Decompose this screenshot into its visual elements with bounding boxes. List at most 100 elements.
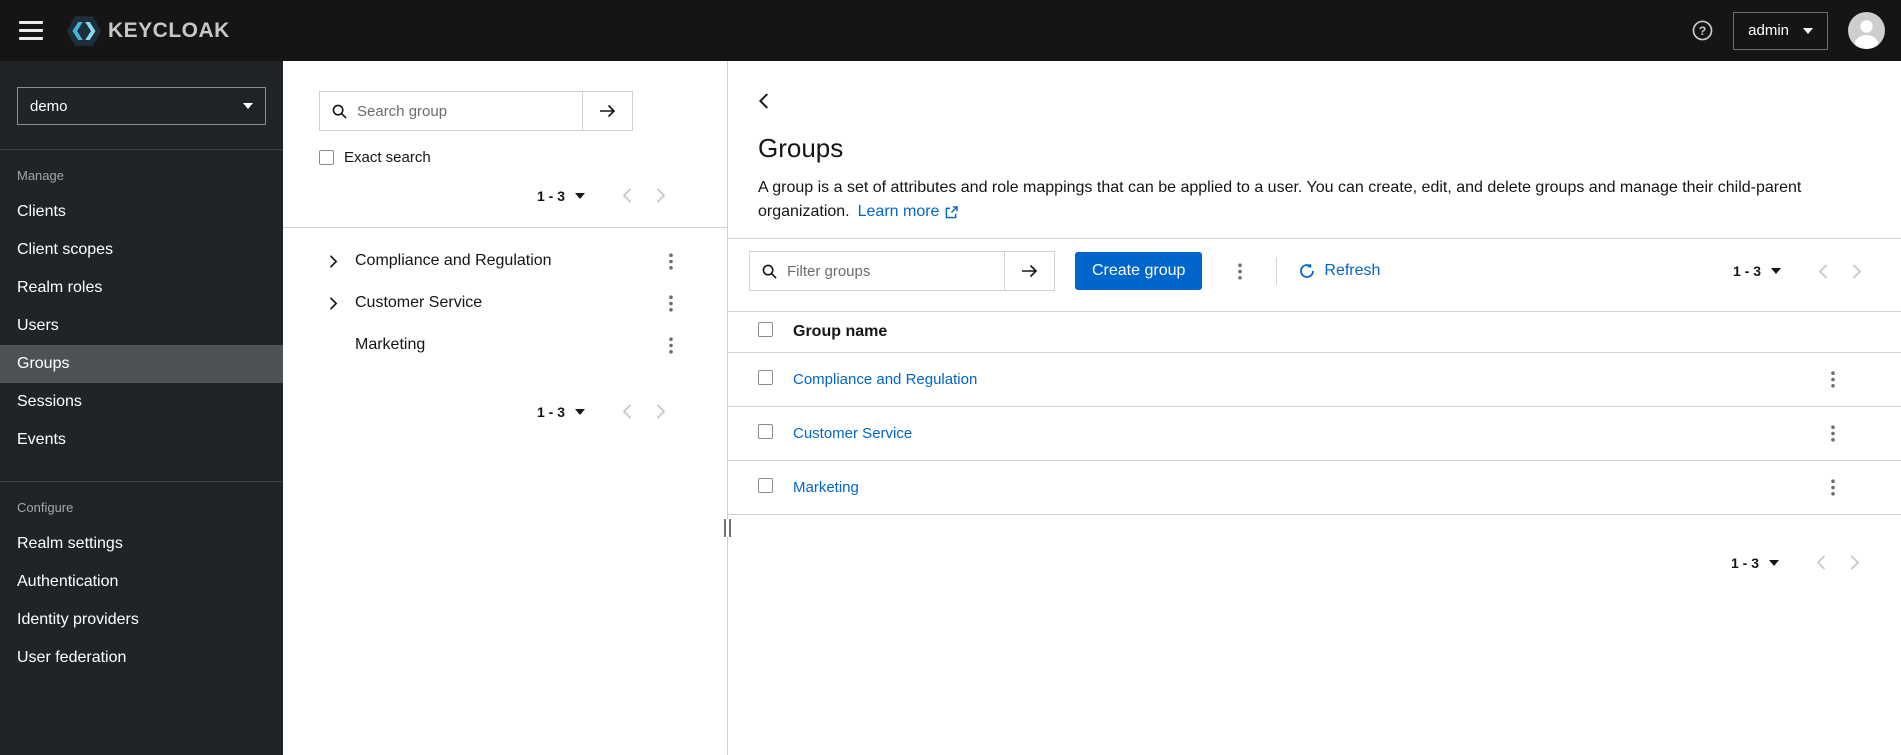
nav-toggle-button[interactable] [0, 0, 62, 61]
create-group-button[interactable]: Create group [1075, 252, 1203, 290]
page-header: Groups A group is a set of attributes an… [728, 61, 1901, 238]
refresh-button[interactable]: Refresh [1299, 262, 1380, 280]
masthead: KEYCLOAK ? admin [0, 0, 1901, 61]
groups-tree: Compliance and Regulation Customer Servi… [283, 240, 727, 366]
expand-toggle-button[interactable] [319, 246, 349, 276]
groups-main: Groups A group is a set of attributes an… [728, 61, 1901, 755]
group-search [319, 91, 633, 131]
tree-item: Customer Service [283, 282, 727, 324]
group-link[interactable]: Customer Service [793, 425, 912, 442]
row-checkbox[interactable] [758, 423, 773, 439]
group-link[interactable]: Compliance and Regulation [793, 371, 977, 388]
brand-logo[interactable]: KEYCLOAK [66, 13, 230, 49]
pagination-next-button[interactable] [1840, 258, 1875, 285]
pagination-menu-toggle[interactable]: 1 - 3 [1727, 259, 1787, 283]
kebab-icon [1238, 262, 1243, 280]
group-link[interactable]: Marketing [793, 479, 859, 496]
filter-groups-input[interactable] [785, 251, 1004, 291]
row-checkbox[interactable] [758, 369, 773, 385]
external-link-icon [946, 205, 959, 218]
column-header-group-name: Group name [793, 312, 1821, 353]
divider [1276, 257, 1278, 285]
sidebar-item-user-federation[interactable]: User federation [0, 639, 283, 677]
user-menu-button[interactable]: admin [1733, 11, 1828, 50]
caret-down-icon [575, 408, 585, 415]
search-icon [320, 104, 355, 119]
search-icon [750, 264, 785, 279]
table-row: Marketing [728, 460, 1901, 515]
tree-item-kebab-button[interactable] [659, 247, 683, 276]
masthead-actions: ? admin [1692, 11, 1885, 50]
tree-item-label[interactable]: Marketing [355, 336, 425, 354]
row-kebab-button[interactable] [1821, 365, 1845, 394]
refresh-icon [1300, 263, 1315, 278]
angle-left-icon [1816, 555, 1825, 570]
groups-table: Group name Compliance and Regulation Cus… [728, 312, 1901, 515]
angle-left-icon [622, 188, 631, 203]
exact-search-option: Exact search [319, 149, 679, 166]
panel-resize-handle[interactable] [722, 519, 732, 537]
page-title: Groups [758, 133, 844, 163]
pagination-range: 1 - 3 [536, 403, 565, 420]
caret-down-icon [1771, 268, 1781, 274]
keycloak-admin-console: KEYCLOAK ? admin demo Manage Clients Cli… [0, 0, 1901, 755]
pagination-next-button[interactable] [1838, 549, 1873, 576]
angle-right-icon [1853, 264, 1862, 278]
pagination-next-button[interactable] [644, 182, 679, 209]
sidebar-item-identity-providers[interactable]: Identity providers [0, 601, 283, 639]
sidebar-item-realm-settings[interactable]: Realm settings [0, 525, 283, 563]
help-button[interactable]: ? [1692, 20, 1713, 41]
sidebar-item-users[interactable]: Users [0, 307, 283, 345]
sidebar-item-groups[interactable]: Groups [0, 345, 283, 383]
tree-item-label[interactable]: Customer Service [355, 294, 482, 312]
angle-left-icon [758, 93, 768, 109]
realm-selector-value: demo [30, 97, 68, 115]
kebab-icon [669, 252, 673, 270]
hamburger-icon [19, 21, 43, 40]
filter-groups-submit-button[interactable] [1004, 252, 1054, 290]
nav-section-title: Configure [17, 500, 74, 515]
table-pagination-top: 1 - 3 [1727, 258, 1875, 285]
row-kebab-button[interactable] [1821, 419, 1845, 448]
group-search-input[interactable] [355, 91, 582, 131]
tree-item-kebab-button[interactable] [659, 331, 683, 360]
avatar[interactable] [1848, 12, 1885, 49]
row-checkbox[interactable] [758, 477, 773, 493]
sidebar-item-sessions[interactable]: Sessions [0, 383, 283, 421]
pagination-menu-toggle[interactable]: 1 - 3 [531, 400, 591, 424]
tree-item: Marketing [283, 324, 727, 366]
pagination-menu-toggle[interactable]: 1 - 3 [531, 184, 591, 208]
pagination-menu-toggle[interactable]: 1 - 3 [1725, 551, 1785, 575]
help-icon: ? [1692, 20, 1713, 41]
svg-text:?: ? [1699, 24, 1706, 38]
arrow-right-icon [1022, 264, 1038, 278]
select-all-checkbox[interactable] [758, 322, 773, 337]
group-search-submit-button[interactable] [582, 92, 632, 130]
row-kebab-button[interactable] [1821, 473, 1845, 502]
pagination-prev-button[interactable] [609, 182, 644, 209]
pagination-prev-button[interactable] [609, 398, 644, 425]
angle-right-icon [330, 254, 338, 268]
caret-down-icon [1769, 559, 1779, 566]
avatar-icon [1854, 20, 1879, 49]
page-body: demo Manage Clients Client scopes Realm … [0, 61, 1901, 755]
sidebar-item-clients[interactable]: Clients [0, 193, 283, 231]
pagination-prev-button[interactable] [1803, 549, 1838, 576]
pagination-prev-button[interactable] [1805, 258, 1840, 285]
sidebar-item-events[interactable]: Events [0, 421, 283, 459]
sidebar: demo Manage Clients Client scopes Realm … [0, 61, 283, 755]
collapse-panel-button[interactable] [754, 89, 772, 113]
toolbar-kebab-button[interactable] [1228, 257, 1252, 286]
pagination-next-button[interactable] [644, 398, 679, 425]
kebab-icon [1831, 425, 1835, 442]
tree-item-kebab-button[interactable] [659, 289, 683, 318]
learn-more-link[interactable]: Learn more [858, 200, 959, 224]
sidebar-item-realm-roles[interactable]: Realm roles [0, 269, 283, 307]
exact-search-checkbox[interactable] [319, 150, 334, 165]
sidebar-item-client-scopes[interactable]: Client scopes [0, 231, 283, 269]
expand-toggle-button[interactable] [319, 288, 349, 318]
realm-selector[interactable]: demo [17, 87, 266, 125]
sidebar-item-authentication[interactable]: Authentication [0, 563, 283, 601]
refresh-label: Refresh [1324, 262, 1381, 279]
tree-item-label[interactable]: Compliance and Regulation [355, 252, 552, 270]
